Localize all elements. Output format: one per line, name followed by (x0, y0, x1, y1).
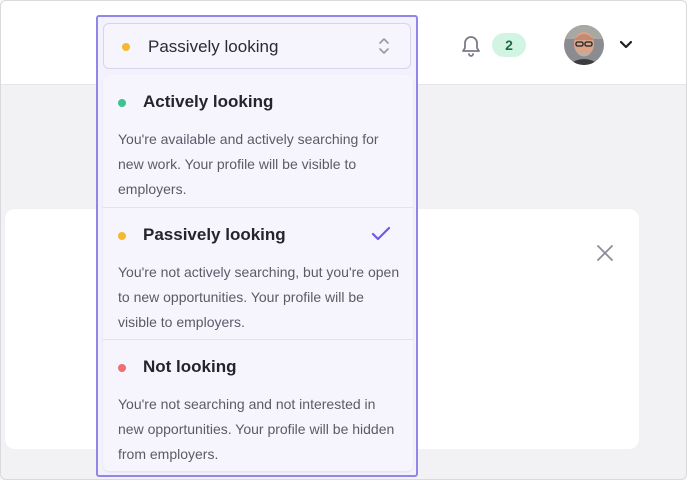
close-icon (597, 245, 613, 261)
app-window: 2 Passively looking Actively looking You… (0, 0, 687, 480)
option-not-looking[interactable]: Not looking You're not searching and not… (103, 339, 413, 471)
status-dot-passive (122, 43, 130, 51)
job-status-options-list: Actively looking You're available and ac… (103, 75, 413, 471)
bell-icon (462, 36, 480, 57)
notification-count-badge: 2 (492, 33, 526, 57)
job-status-select[interactable]: Passively looking (103, 23, 411, 69)
user-photo (564, 25, 604, 65)
avatar[interactable] (564, 25, 604, 65)
chevron-down-icon (619, 40, 633, 49)
status-dot-not (118, 364, 126, 372)
option-title: Passively looking (143, 225, 286, 244)
close-button[interactable] (589, 237, 621, 269)
selected-status-label: Passively looking (148, 37, 279, 56)
chevron-up-down-icon (378, 36, 390, 61)
option-title: Actively looking (143, 92, 274, 111)
user-menu-button[interactable] (617, 37, 635, 53)
option-actively-looking[interactable]: Actively looking You're available and ac… (103, 75, 413, 207)
option-description: You're not searching and not interested … (118, 396, 395, 462)
option-description: You're not actively searching, but you'r… (118, 264, 400, 330)
option-description: You're available and actively searching … (118, 131, 379, 197)
job-status-dropdown: Passively looking Actively looking You'r… (96, 15, 418, 477)
status-dot-active (118, 99, 126, 107)
option-passively-looking[interactable]: Passively looking You're not actively se… (103, 207, 413, 339)
option-title: Not looking (143, 357, 237, 376)
status-dot-passive (118, 232, 126, 240)
notifications-button[interactable] (457, 31, 485, 59)
checkmark-icon (371, 226, 391, 247)
